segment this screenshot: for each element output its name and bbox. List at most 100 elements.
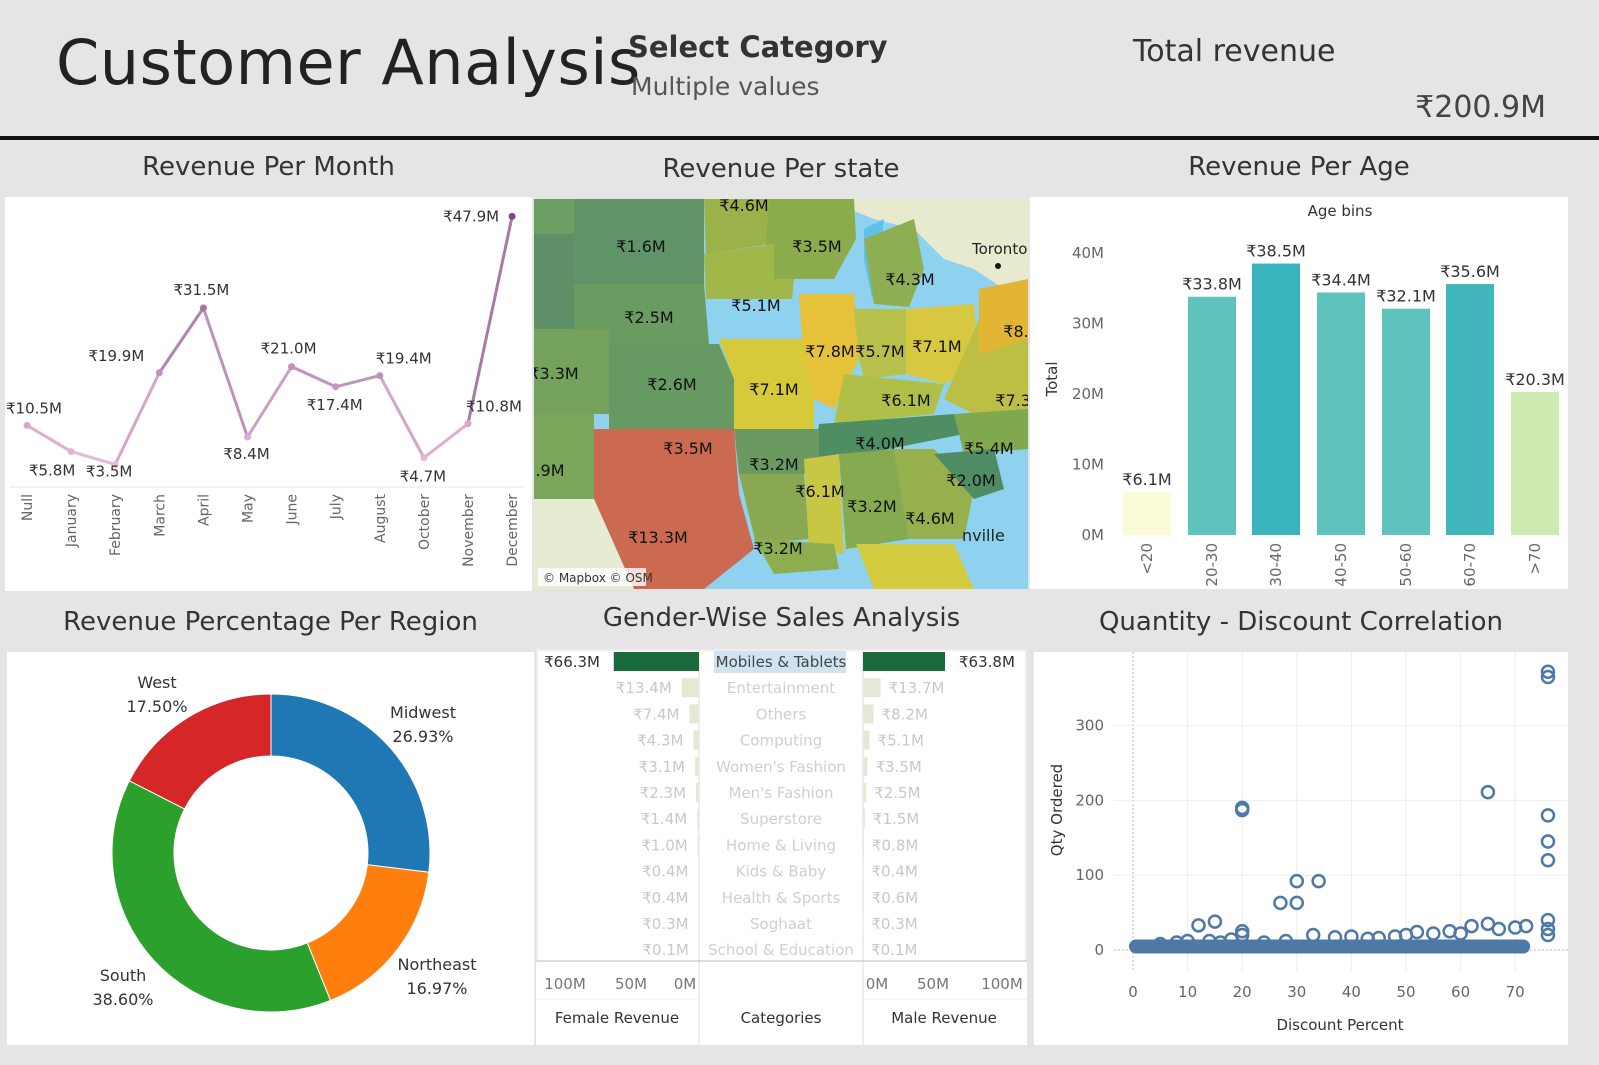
revenue-per-month-chart: ₹10.5M Null ₹5.8M January ₹3.5M February ₹19.9…	[6, 207, 525, 567]
x-axis-label: Discount Percent	[1276, 1016, 1403, 1034]
y-tick-label: 0	[1094, 941, 1104, 959]
month-tick-label: December	[505, 494, 521, 567]
state-revenue-label: ₹7.1M	[912, 337, 961, 356]
state-revenue-label: ₹4.6M	[905, 509, 954, 528]
female-bar	[697, 835, 699, 855]
month-tick-label: February	[108, 494, 124, 556]
female-value-label: ₹0.1M	[643, 941, 689, 959]
state-panel-title: Revenue Per state	[662, 154, 900, 184]
month-tick-label: March	[152, 494, 168, 537]
y-tick-label: 100	[1075, 866, 1104, 884]
data-label: ₹4.7M	[400, 468, 446, 486]
x-tick-label: 30-40	[1267, 543, 1285, 587]
y-tick-label: 30M	[1072, 315, 1104, 333]
line-segment	[25, 423, 73, 454]
bar-value-label: ₹35.6M	[1440, 262, 1500, 281]
data-point	[155, 369, 163, 377]
state-revenue-label: ₹3.5M	[792, 237, 841, 256]
x-tick-label: 0M	[674, 975, 697, 993]
map-state[interactable]	[534, 414, 594, 499]
region-percent-label: 38.60%	[92, 990, 153, 1009]
age-bar	[1511, 391, 1559, 535]
y-tick-label: 200	[1075, 791, 1104, 809]
category-label: Entertainment	[727, 679, 835, 697]
region-percent-label: 17.50%	[126, 697, 187, 716]
female-bar	[698, 887, 699, 907]
us-state-map[interactable]: ₹4.6M ₹1.6M ₹3.5M ₹4.3M ₹5.1M ₹2.5M ₹8.4M ₹7.8M…	[534, 199, 1028, 589]
age-panel-title: Revenue Per Age	[1188, 152, 1410, 182]
scatter-point	[1207, 914, 1223, 929]
scatter-point	[1311, 873, 1326, 889]
y-tick-label: 0M	[1082, 526, 1105, 544]
bar-value-label: ₹33.8M	[1182, 275, 1242, 294]
scatter-point	[1273, 895, 1288, 911]
x-tick-label: 10	[1178, 983, 1197, 1001]
month-panel-title: Revenue Per Month	[142, 152, 395, 182]
map-state[interactable]	[856, 544, 974, 589]
header-divider	[0, 136, 1599, 140]
revenue-per-age-panel: Age bins 0M 10M 20M 30M 40M Total ₹6.1M <20 ₹33.8…	[1030, 197, 1568, 589]
map-state[interactable]	[534, 199, 574, 234]
male-value-label: ₹8.2M	[882, 705, 928, 723]
gender-panel-title: Gender-Wise Sales Analysis	[602, 603, 961, 633]
male-bar	[863, 678, 881, 698]
dashboard-title: Customer Analysis	[56, 26, 641, 99]
map-state[interactable]	[804, 454, 844, 554]
state-revenue-label: ₹3.2M	[753, 539, 802, 558]
x-tick-label: 60-70	[1461, 543, 1479, 587]
state-revenue-label: ₹7.3M	[995, 391, 1028, 410]
categories-axis-title: Categories	[741, 1009, 822, 1027]
map-state[interactable]	[534, 234, 574, 329]
age-bar	[1123, 491, 1171, 535]
age-bar	[1382, 308, 1430, 535]
total-revenue-label: Total revenue	[1133, 34, 1336, 69]
female-bar	[689, 704, 699, 724]
data-point	[288, 363, 296, 371]
male-bar	[863, 652, 946, 671]
quantity-discount-panel: 0 10 20 30 40 50 60 70 0 100 200 300 Discount Percen…	[1034, 652, 1568, 1045]
category-label: Others	[756, 705, 807, 723]
male-bar	[863, 756, 868, 776]
line-segment	[157, 306, 205, 375]
male-value-label: ₹0.1M	[871, 941, 917, 959]
state-revenue-label: ₹4.3M	[885, 270, 934, 289]
male-value-label: ₹1.5M	[873, 810, 919, 828]
y-tick-label: 300	[1075, 717, 1104, 735]
state-revenue-label: ₹6.1M	[881, 391, 930, 410]
male-value-label: ₹2.5M	[874, 784, 920, 802]
scatter-point	[1191, 918, 1206, 933]
city-label: nville	[962, 526, 1005, 545]
age-bar	[1317, 292, 1365, 535]
x-tick-label: 0	[1128, 983, 1138, 1001]
region-percent-label: 26.93%	[392, 727, 453, 746]
data-label: ₹5.8M	[29, 462, 75, 480]
category-label: School & Education	[708, 941, 854, 959]
female-value-label: ₹2.3M	[640, 784, 686, 802]
category-label: Computing	[740, 732, 822, 750]
category-label: Superstore	[740, 810, 822, 828]
category-label: Home & Living	[726, 836, 836, 854]
line-segment	[422, 422, 470, 460]
male-bar	[863, 887, 864, 907]
data-label: ₹21.0M	[261, 340, 317, 358]
female-bar	[613, 652, 699, 671]
female-bar	[697, 809, 699, 829]
male-bar	[863, 730, 870, 750]
female-value-label: ₹0.3M	[642, 915, 688, 933]
line-segment	[246, 365, 294, 439]
region-panel-title: Revenue Percentage Per Region	[63, 607, 478, 637]
x-tick-label: 30	[1287, 983, 1306, 1001]
gender-sales-chart: ₹66.3M ₹63.8M Mobiles & Tablets ₹13.4M ₹13.7…	[536, 649, 1027, 1045]
x-tick-label: 50	[1396, 983, 1415, 1001]
scatter-point	[1540, 852, 1556, 868]
scatter-point	[1540, 834, 1556, 849]
month-tick-label: October	[417, 494, 433, 550]
y-tick-label: 10M	[1072, 456, 1104, 474]
y-axis-label: Qty Ordered	[1048, 764, 1066, 856]
x-tick-label: 100M	[981, 975, 1023, 993]
revenue-per-state-map[interactable]: ₹4.6M ₹1.6M ₹3.5M ₹4.3M ₹5.1M ₹2.5M ₹8.4M ₹7.8M…	[534, 199, 1028, 589]
male-value-label: ₹3.5M	[876, 758, 922, 776]
female-value-label: ₹66.3M	[544, 653, 600, 671]
category-filter-dropdown[interactable]: Multiple values	[631, 72, 820, 101]
category-label: Kids & Baby	[736, 863, 827, 881]
